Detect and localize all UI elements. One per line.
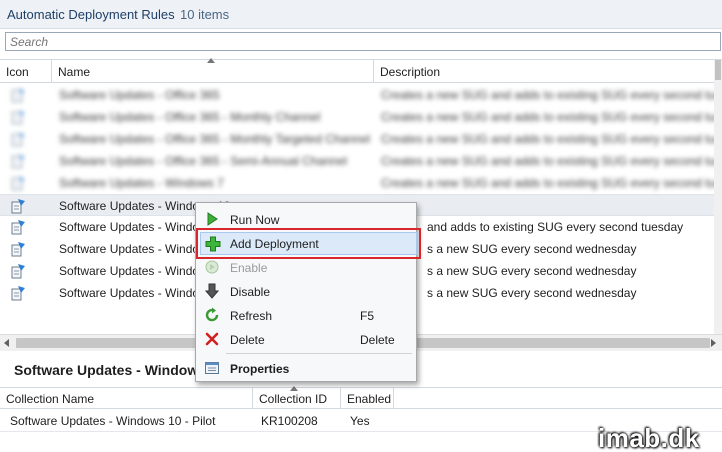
down-arrow-icon — [204, 283, 220, 299]
menu-item-properties[interactable]: Properties — [198, 357, 414, 379]
watermark: imab.dk — [598, 423, 700, 452]
deployment-rule-icon — [11, 154, 25, 169]
highlight-annotation-frame: Add Deployment — [196, 228, 421, 259]
menu-item-label: Refresh — [230, 309, 273, 323]
rule-name: Software Updates - Windows 7 — [59, 176, 224, 190]
column-header-collection-id-label: Collection ID — [259, 392, 328, 406]
deployment-rule-icon — [11, 88, 25, 103]
menu-item-run-now[interactable]: Run Now — [198, 208, 414, 230]
column-header-name-label: Name — [58, 65, 91, 79]
menu-item-disable[interactable]: Disable — [198, 280, 414, 302]
rule-name: Software Updates - Office 365 — [59, 88, 220, 102]
menu-item-label: Run Now — [230, 213, 280, 227]
menu-item-refresh[interactable]: Refresh F5 — [198, 304, 414, 326]
sort-ascending-icon — [290, 386, 298, 391]
deployment-rule-icon — [11, 264, 25, 279]
menu-item-shortcut: F5 — [360, 309, 375, 323]
rule-description: s a new SUG every second wednesday — [427, 264, 637, 278]
deployment-rule-icon — [11, 286, 25, 301]
list-header: Icon Name Description — [0, 58, 722, 83]
menu-item-label: Add Deployment — [230, 237, 319, 251]
enable-icon — [205, 260, 219, 274]
item-count: 10 items — [180, 7, 230, 22]
deployment-rule-icon — [11, 176, 25, 191]
menu-item-shortcut: Delete — [360, 333, 395, 347]
list-item[interactable]: Software Updates - Windows 7 Creates a n… — [0, 172, 722, 194]
column-header-collection-id[interactable]: Collection ID — [253, 386, 341, 408]
vertical-scrollbar[interactable] — [714, 60, 722, 334]
rule-name: Software Updates - Office 365 - Monthly … — [59, 110, 321, 124]
deployment-rule-icon — [11, 110, 25, 125]
rule-name: Software Updates - Windo — [59, 220, 200, 234]
menu-separator — [226, 353, 412, 354]
deployment-rule-icon — [11, 199, 25, 214]
list-item[interactable]: Software Updates - Office 365 - Monthly … — [0, 128, 722, 150]
view-title: Automatic Deployment Rules — [7, 7, 175, 22]
deployment-rule-icon — [11, 242, 25, 257]
menu-item-delete[interactable]: Delete Delete — [198, 328, 414, 350]
rule-description: Creates a new SUG and adds to existing S… — [381, 176, 722, 190]
menu-item-label: Delete — [230, 333, 265, 347]
detail-list-header: Collection Name Collection ID Enabled — [0, 386, 722, 409]
list-item[interactable]: Software Updates - Office 365 - Monthly … — [0, 106, 722, 128]
detail-pane-title: Software Updates - Windows — [14, 362, 207, 378]
enabled-cell: Yes — [350, 414, 370, 428]
column-header-icon[interactable]: Icon — [0, 60, 52, 82]
plus-icon — [205, 236, 221, 252]
sort-ascending-icon — [207, 58, 215, 63]
delete-x-icon — [205, 332, 219, 346]
column-header-name[interactable]: Name — [52, 58, 374, 82]
list-item[interactable]: Software Updates - Office 365 - Semi-Ann… — [0, 150, 722, 172]
rule-name: Software Updates - Windo — [59, 264, 200, 278]
rule-description: Creates a new SUG and adds to existing S… — [381, 110, 722, 124]
scroll-right-icon[interactable] — [711, 339, 716, 347]
rule-description: s a new SUG every second wednesday — [427, 242, 637, 256]
rule-description: s a new SUG every second wednesday — [427, 286, 637, 300]
deployment-rule-icon — [11, 132, 25, 147]
rule-name: Software Updates - Windo — [59, 286, 200, 300]
search-input[interactable] — [6, 33, 720, 50]
deployment-rule-icon — [11, 220, 25, 235]
vertical-scrollbar-thumb[interactable] — [715, 60, 721, 80]
play-icon — [207, 212, 218, 226]
rule-name: Software Updates - Windo — [59, 242, 200, 256]
menu-item-label: Properties — [230, 362, 290, 376]
rule-name: Software Updates - Office 365 - Monthly … — [59, 132, 371, 146]
column-header-collection-name[interactable]: Collection Name — [0, 388, 253, 408]
view-title-bar: Automatic Deployment Rules 10 items — [0, 0, 722, 29]
column-header-enabled[interactable]: Enabled — [341, 388, 394, 408]
rule-description: Creates a new SUG and adds to existing S… — [381, 88, 722, 102]
menu-item-label: Enable — [230, 261, 268, 275]
menu-item-add-deployment[interactable]: Add Deployment — [200, 232, 417, 255]
menu-item-enable: Enable — [198, 256, 414, 278]
scroll-left-icon[interactable] — [4, 339, 9, 347]
column-header-description[interactable]: Description — [374, 60, 714, 82]
rule-description: and adds to existing SUG every second tu… — [427, 220, 684, 234]
list-item[interactable]: Software Updates - Office 365 Creates a … — [0, 84, 722, 106]
rule-name: Software Updates - Office 365 - Semi-Ann… — [59, 154, 347, 168]
rule-description: Creates a new SUG and adds to existing S… — [381, 154, 722, 168]
rule-description: Creates a new SUG and adds to existing S… — [381, 132, 722, 146]
search-box[interactable] — [5, 32, 721, 51]
properties-icon — [205, 362, 219, 374]
refresh-icon — [205, 307, 219, 322]
menu-item-label: Disable — [230, 285, 271, 299]
collection-id-cell: KR100208 — [261, 414, 318, 428]
collection-name-cell: Software Updates - Windows 10 - Pilot — [10, 414, 216, 428]
